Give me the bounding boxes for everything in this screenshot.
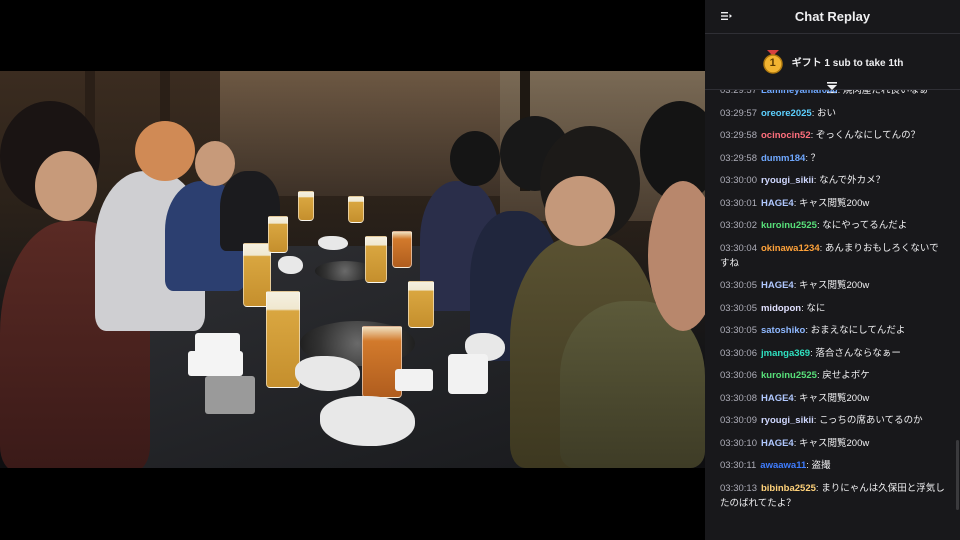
message-text: 焼肉屋たれ良いなぁ — [842, 90, 929, 96]
message-text: なんで外カメ？ — [819, 175, 886, 186]
message-text: おい — [816, 107, 836, 119]
chat-message: 03:29:58 ocinocin52: ぞっくんなにしてんの？ — [705, 128, 960, 143]
message-username[interactable]: ocinocin52 — [761, 130, 811, 141]
message-username[interactable]: dumm184 — [761, 153, 805, 164]
message-username[interactable]: Lamineyamaf000 — [761, 90, 838, 96]
beer-glass — [268, 216, 288, 253]
person-face — [545, 176, 615, 246]
chat-message: 03:30:09 ryougi_sikii: こっちの席あいてるのか — [705, 413, 960, 428]
gift-badge-number: 1 — [769, 56, 776, 69]
beer-glass — [408, 281, 434, 328]
video-player[interactable] — [0, 0, 705, 540]
towel — [278, 256, 303, 274]
beer-glass — [298, 191, 314, 221]
message-username[interactable]: HAGE4 — [761, 198, 794, 209]
message-username[interactable]: HAGE4 — [761, 393, 794, 404]
message-username[interactable]: kuroinu2525 — [761, 220, 817, 231]
chat-message: 03:30:06 kuroinu2525: 戻せよボケ — [705, 368, 960, 383]
chat-messages[interactable]: 03:29:57 Lamineyamaf000: 焼肉屋たれ良いなぁ 03:29:5… — [705, 90, 960, 540]
message-timestamp: 03:30:08 — [720, 392, 757, 404]
message-timestamp: 03:29:57 — [720, 107, 757, 119]
message-username[interactable]: HAGE4 — [761, 438, 794, 449]
message-timestamp: 03:30:04 — [720, 242, 757, 254]
person-head — [135, 121, 195, 181]
collapse-chat-icon[interactable] — [721, 10, 733, 22]
chat-message: 03:30:05 satoshiko: おまえなにしてんだよ — [705, 323, 960, 338]
message-text: ぞっくんなにしてんの？ — [815, 130, 921, 141]
message-timestamp: 03:29:58 — [720, 152, 757, 164]
chat-title: Chat Replay — [794, 9, 871, 24]
towel — [295, 356, 360, 391]
chat-message: 03:30:05 HAGE4: キャス閲覧200w — [705, 278, 960, 293]
message-username[interactable]: awaawa11 — [760, 460, 806, 471]
message-username[interactable]: bibinba2525 — [761, 483, 816, 494]
message-text: キャス閲覧200w — [799, 197, 870, 209]
message-username[interactable]: kuroinu2525 — [761, 370, 817, 381]
message-timestamp: 03:29:57 — [720, 90, 757, 96]
phone — [205, 376, 255, 414]
chat-message: 03:30:11 awaawa11: 盗撮 — [705, 458, 960, 473]
message-text: なに — [806, 302, 826, 314]
message-text: キャス閲覧200w — [799, 280, 870, 291]
chat-message: 03:29:57 Lamineyamaf000: 焼肉屋たれ良いなぁ — [705, 90, 960, 98]
plate — [448, 354, 488, 394]
message-text: キャス閲覧200w — [799, 392, 870, 404]
message-username[interactable]: okinawa1234 — [761, 243, 820, 254]
message-timestamp: 03:30:10 — [720, 437, 757, 449]
tea-glass — [392, 231, 412, 268]
message-username[interactable]: ryougi_sikii — [761, 175, 814, 186]
message-text: おまえなにしてんだよ — [810, 325, 906, 336]
chat-message: 03:30:00 ryougi_sikii: なんで外カメ？ — [705, 173, 960, 188]
chat-header: Chat Replay — [705, 0, 960, 34]
message-text: なにやってるんだよ — [822, 220, 908, 231]
towel — [318, 236, 348, 250]
message-timestamp: 03:30:05 — [720, 325, 757, 336]
gift-badge-icon: 1 — [762, 49, 784, 74]
plate — [188, 351, 243, 376]
message-timestamp: 03:30:06 — [720, 370, 757, 381]
message-username[interactable]: satoshiko — [761, 325, 805, 336]
chat-panel: Chat Replay 1 ギフト 1 sub to take 1th 03:2… — [705, 0, 960, 540]
message-username[interactable]: HAGE4 — [761, 280, 794, 291]
gift-banner-text: ギフト 1 sub to take 1th — [791, 58, 904, 69]
chat-scrollbar[interactable] — [956, 440, 959, 510]
beer-glass — [365, 236, 387, 283]
message-text: ？ — [810, 152, 821, 164]
message-timestamp: 03:30:05 — [720, 280, 757, 291]
message-text: こっちの席あいてるのか — [819, 415, 923, 426]
person-face — [35, 151, 97, 221]
message-timestamp: 03:30:05 — [720, 302, 757, 314]
chat-message: 03:30:10 HAGE4: キャス閲覧200w — [705, 436, 960, 451]
chat-message: 03:30:01 HAGE4: キャス閲覧200w — [705, 196, 960, 211]
chat-message: 03:30:13 bibinba2525: まりにゃんは久保田と浮気したのばれてた… — [705, 481, 960, 511]
chat-message: 03:29:58 dumm184: ？ — [705, 151, 960, 166]
chat-message: 03:30:05 midopon: なに — [705, 301, 960, 316]
message-text: 盗撮 — [811, 460, 831, 471]
message-text: 落合さんならなぁー — [815, 347, 901, 359]
chat-message: 03:29:57 oreore2025: おい — [705, 106, 960, 121]
message-timestamp: 03:30:01 — [720, 197, 757, 209]
towel — [320, 396, 415, 446]
message-username[interactable]: ryougi_sikii — [761, 415, 814, 426]
message-timestamp: 03:30:09 — [720, 415, 757, 426]
message-timestamp: 03:29:58 — [720, 130, 757, 141]
person-head — [450, 131, 500, 186]
message-username[interactable]: oreore2025 — [761, 108, 812, 119]
message-username[interactable]: jmanga369 — [761, 348, 810, 359]
video-frame[interactable] — [0, 71, 705, 468]
message-timestamp: 03:30:11 — [720, 460, 757, 471]
chat-message: 03:30:04 okinawa1234: あんまりおもしろくないですね — [705, 241, 960, 271]
message-timestamp: 03:30:02 — [720, 220, 757, 231]
message-username[interactable]: midopon — [761, 303, 801, 314]
sauce-dish — [395, 369, 433, 391]
message-text: キャス閲覧200w — [799, 437, 870, 449]
message-timestamp: 03:30:13 — [720, 482, 757, 494]
message-timestamp: 03:30:06 — [720, 347, 757, 359]
chat-message: 03:30:08 HAGE4: キャス閲覧200w — [705, 391, 960, 406]
beer-glass — [348, 196, 364, 223]
message-text: 戻せよボケ — [822, 370, 870, 381]
chat-message: 03:30:02 kuroinu2525: なにやってるんだよ — [705, 218, 960, 233]
message-timestamp: 03:30:00 — [720, 175, 757, 186]
chat-message: 03:30:06 jmanga369: 落合さんならなぁー — [705, 346, 960, 361]
